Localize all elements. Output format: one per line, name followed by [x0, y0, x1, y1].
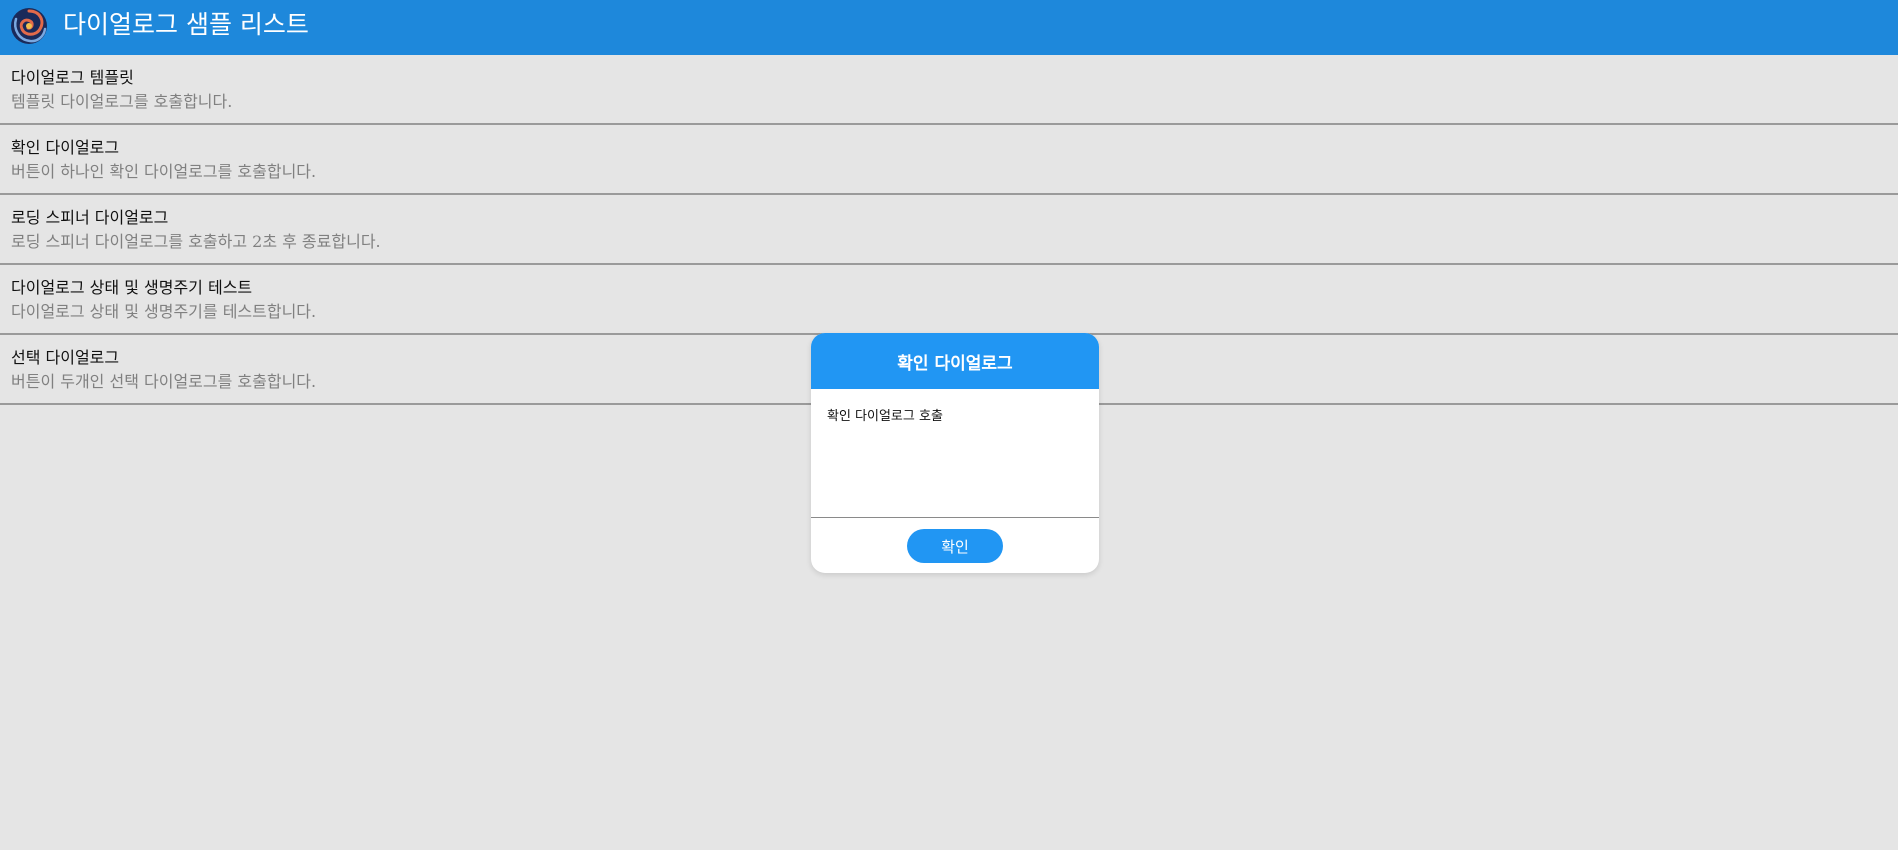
dialog-title: 확인 다이얼로그: [811, 333, 1099, 389]
list-item-loading-spinner-dialog[interactable]: 로딩 스피너 다이얼로그 로딩 스피너 다이얼로그를 호출하고 2초 후 종료합…: [0, 195, 1898, 265]
swirl-logo-icon: [11, 8, 47, 44]
list-item-title: 다이얼로그 상태 및 생명주기 테스트: [11, 278, 253, 297]
list-item-title: 확인 다이얼로그: [11, 138, 120, 157]
confirm-dialog: 확인 다이얼로그 확인 다이얼로그 호출 확인: [811, 333, 1099, 573]
confirm-button[interactable]: 확인: [907, 529, 1003, 563]
list-item-description: 다이얼로그 상태 및 생명주기를 테스트합니다.: [11, 302, 317, 321]
list-item-title: 로딩 스피너 다이얼로그: [11, 208, 169, 227]
dialog-divider: [811, 517, 1099, 518]
list-item-confirm-dialog[interactable]: 확인 다이얼로그 버튼이 하나인 확인 다이얼로그를 호출합니다.: [0, 125, 1898, 195]
list-item-title: 선택 다이얼로그: [11, 348, 120, 367]
list-item-title: 다이얼로그 템플릿: [11, 68, 134, 87]
app-bar: 다이얼로그 샘플 리스트: [0, 0, 1898, 55]
list-item-description: 버튼이 하나인 확인 다이얼로그를 호출합니다.: [11, 162, 317, 181]
list-item-description: 버튼이 두개인 선택 다이얼로그를 호출합니다.: [11, 372, 317, 391]
list-item-template-dialog[interactable]: 다이얼로그 템플릿 템플릿 다이얼로그를 호출합니다.: [0, 55, 1898, 125]
list-item-lifecycle-test[interactable]: 다이얼로그 상태 및 생명주기 테스트 다이얼로그 상태 및 생명주기를 테스트…: [0, 265, 1898, 335]
list-item-description: 로딩 스피너 다이얼로그를 호출하고 2초 후 종료합니다.: [11, 232, 381, 251]
list-item-description: 템플릿 다이얼로그를 호출합니다.: [11, 92, 233, 111]
dialog-message: 확인 다이얼로그 호출: [827, 409, 943, 424]
app-title: 다이얼로그 샘플 리스트: [63, 10, 309, 39]
